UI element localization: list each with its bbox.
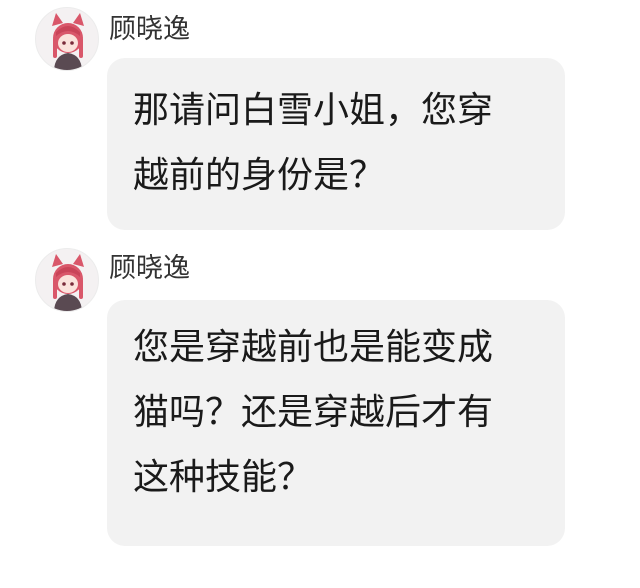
message-bubble[interactable]: 那请问白雪小姐，您穿 越前的身份是？	[107, 58, 565, 230]
cat-ear-girl-avatar-icon	[52, 13, 84, 70]
message-text-line: 猫吗？还是穿越后才有	[133, 392, 494, 433]
message-text-line: 您是穿越前也是能变成	[133, 327, 494, 368]
message-bubble[interactable]: 您是穿越前也是能变成 猫吗？还是穿越后才有 这种技能？	[107, 300, 565, 546]
message-text-line: 那请问白雪小姐，您穿	[133, 90, 494, 131]
sender-name: 顾晓逸	[109, 14, 190, 45]
avatar[interactable]	[35, 7, 99, 71]
cat-ear-girl-avatar-icon	[52, 254, 84, 311]
sender-name: 顾晓逸	[109, 253, 190, 284]
chat-message: 顾晓逸 您是穿越前也是能变成 猫吗？还是穿越后才有 这种技能？	[0, 240, 640, 570]
message-text-line: 越前的身份是？	[133, 155, 386, 196]
chat-message: 顾晓逸 那请问白雪小姐，您穿 越前的身份是？	[0, 0, 640, 240]
message-text-line: 这种技能？	[133, 457, 314, 498]
avatar[interactable]	[35, 248, 99, 312]
